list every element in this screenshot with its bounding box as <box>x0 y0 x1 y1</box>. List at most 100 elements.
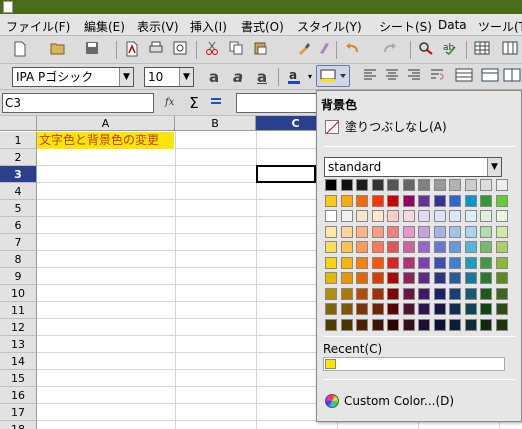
color-swatch[interactable] <box>402 287 415 300</box>
color-swatch[interactable] <box>480 272 492 284</box>
color-swatch[interactable] <box>495 272 508 284</box>
export-pdf-icon[interactable] <box>122 40 142 60</box>
font-size-combobox[interactable]: 10 ▼ <box>144 67 194 87</box>
row-header[interactable]: 4 <box>0 183 37 200</box>
name-box[interactable]: C3 <box>2 93 154 113</box>
color-swatch[interactable] <box>418 179 430 191</box>
row-header[interactable]: 6 <box>0 217 37 234</box>
font-color-dropdown-icon[interactable]: ▾ <box>304 67 316 87</box>
underline-icon[interactable]: a <box>252 67 272 87</box>
color-swatch[interactable] <box>418 225 430 238</box>
chevron-down-icon[interactable]: ▼ <box>179 68 193 86</box>
save-icon[interactable] <box>82 40 102 60</box>
color-swatch[interactable] <box>480 225 492 238</box>
color-swatch[interactable] <box>340 194 353 207</box>
color-swatch[interactable] <box>433 256 446 269</box>
color-swatch[interactable] <box>371 303 384 315</box>
color-swatch[interactable] <box>449 318 461 331</box>
color-swatch[interactable] <box>418 287 430 300</box>
color-swatch[interactable] <box>340 241 353 253</box>
font-name-combobox[interactable]: IPA Pゴシック ▼ <box>12 67 134 87</box>
open-folder-icon[interactable] <box>48 40 68 60</box>
print-icon[interactable] <box>146 40 166 60</box>
menu-sheet[interactable]: シート(S) <box>379 18 432 35</box>
color-swatch[interactable] <box>495 256 508 269</box>
color-swatch[interactable] <box>464 303 477 315</box>
color-swatch[interactable] <box>371 272 384 284</box>
menu-edit[interactable]: 編集(E) <box>84 18 125 35</box>
color-swatch[interactable] <box>464 256 477 269</box>
color-swatch[interactable] <box>325 256 337 269</box>
color-swatch[interactable] <box>418 318 430 331</box>
color-swatch[interactable] <box>387 303 399 315</box>
color-swatch[interactable] <box>387 256 399 269</box>
cell-cursor-c3[interactable] <box>256 165 316 183</box>
align-right-icon[interactable] <box>404 67 424 87</box>
color-swatch[interactable] <box>325 287 337 300</box>
color-swatch[interactable] <box>371 241 384 253</box>
paste-icon[interactable] <box>250 40 270 60</box>
color-swatch[interactable] <box>464 272 477 284</box>
color-swatch[interactable] <box>433 272 446 284</box>
background-color-button[interactable] <box>316 65 350 87</box>
color-swatch[interactable] <box>480 318 492 331</box>
color-swatch[interactable] <box>418 194 430 207</box>
row-header[interactable]: 5 <box>0 200 37 217</box>
color-swatch[interactable] <box>480 210 492 222</box>
color-swatch[interactable] <box>433 241 446 253</box>
color-swatch[interactable] <box>480 256 492 269</box>
color-swatch[interactable] <box>402 303 415 315</box>
row-header[interactable]: 11 <box>0 302 37 319</box>
color-swatch[interactable] <box>402 225 415 238</box>
color-swatch[interactable] <box>449 241 461 253</box>
menu-format[interactable]: 書式(O) <box>241 18 284 35</box>
color-swatch[interactable] <box>340 210 353 222</box>
row-header[interactable]: 3 <box>0 166 37 183</box>
clone-formatting-icon[interactable] <box>294 40 314 60</box>
color-swatch[interactable] <box>387 210 399 222</box>
color-swatch[interactable] <box>418 210 430 222</box>
color-swatch[interactable] <box>433 303 446 315</box>
redo-icon[interactable] <box>380 40 400 60</box>
color-swatch[interactable] <box>449 225 461 238</box>
align-center-icon[interactable] <box>382 67 402 87</box>
color-swatch[interactable] <box>371 256 384 269</box>
color-swatch[interactable] <box>356 194 368 207</box>
color-swatch[interactable] <box>340 318 353 331</box>
color-swatch[interactable] <box>356 318 368 331</box>
color-swatch[interactable] <box>325 272 337 284</box>
clear-formatting-icon[interactable] <box>314 40 334 60</box>
color-swatch[interactable] <box>495 225 508 238</box>
color-swatch[interactable] <box>340 256 353 269</box>
color-swatch[interactable] <box>495 318 508 331</box>
row-header[interactable]: 18 <box>0 421 37 429</box>
undo-icon[interactable] <box>342 40 362 60</box>
color-swatch[interactable] <box>402 241 415 253</box>
row-header[interactable]: 9 <box>0 268 37 285</box>
spelling-icon[interactable]: ab <box>440 40 460 60</box>
color-swatch[interactable] <box>325 241 337 253</box>
select-all-corner[interactable] <box>0 116 37 131</box>
row-header[interactable]: 1 <box>0 132 37 149</box>
formula-icon[interactable] <box>206 93 226 113</box>
color-swatch[interactable] <box>480 179 492 191</box>
color-swatch[interactable] <box>387 241 399 253</box>
color-swatch[interactable] <box>325 225 337 238</box>
color-swatch[interactable] <box>356 179 368 191</box>
color-swatch[interactable] <box>356 210 368 222</box>
color-swatch[interactable] <box>464 179 477 191</box>
menu-styles[interactable]: スタイル(Y) <box>297 18 362 35</box>
color-swatch[interactable] <box>449 303 461 315</box>
custom-color-button[interactable]: Custom Color...(D) <box>325 391 454 411</box>
color-swatch[interactable] <box>464 318 477 331</box>
new-document-icon[interactable] <box>10 40 30 60</box>
color-swatch[interactable] <box>356 241 368 253</box>
color-swatch[interactable] <box>325 194 337 207</box>
color-swatch[interactable] <box>464 225 477 238</box>
color-swatch[interactable] <box>340 179 353 191</box>
row-header[interactable]: 8 <box>0 251 37 268</box>
color-swatch[interactable] <box>371 225 384 238</box>
color-swatch[interactable] <box>418 256 430 269</box>
color-swatch[interactable] <box>371 287 384 300</box>
color-swatch[interactable] <box>340 287 353 300</box>
